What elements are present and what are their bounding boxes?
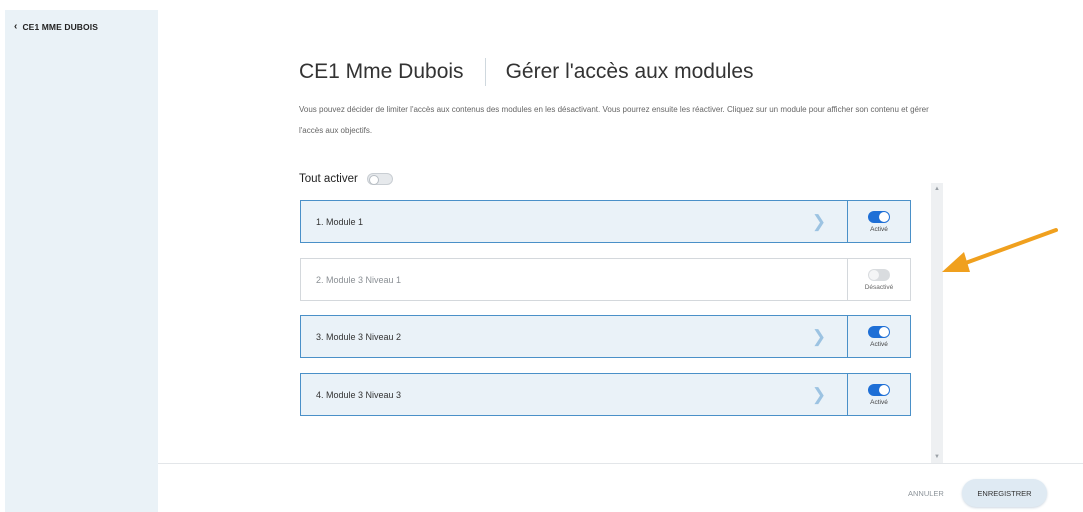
module-row-3[interactable]: 3. Module 3 Niveau 2 ❯ Activé [300, 315, 911, 358]
back-link-label: CE1 MME DUBOIS [22, 22, 98, 32]
toggle-all-row: Tout activer [299, 173, 393, 185]
toggle-all-label: Tout activer [299, 173, 358, 185]
module-name: 1. Module 1 [316, 216, 364, 227]
back-link[interactable]: ‹ CE1 MME DUBOIS [14, 21, 98, 33]
class-name: CE1 Mme Dubois [299, 60, 464, 83]
module-toggle-switch[interactable] [868, 210, 890, 223]
chevron-right-icon[interactable]: ❯ [804, 327, 834, 347]
annotation-arrow-icon [942, 228, 1058, 272]
module-row-2[interactable]: 2. Module 3 Niveau 1 Désactivé [300, 258, 911, 301]
sidebar: ‹ CE1 MME DUBOIS [5, 10, 158, 512]
page-heading: CE1 Mme Dubois Gérer l'accès aux modules [299, 58, 754, 86]
toggle-knob [869, 269, 879, 280]
heading-divider [484, 58, 486, 86]
toggle-knob [368, 175, 379, 185]
cancel-button[interactable]: ANNULER [908, 489, 944, 498]
module-status-label: Désactivé [864, 283, 894, 291]
module-name: 2. Module 3 Niveau 1 [316, 274, 402, 285]
module-row-1[interactable]: 1. Module 1 ❯ Activé [300, 200, 911, 243]
module-toggle-switch[interactable] [868, 383, 890, 396]
chevron-right-icon[interactable]: ❯ [804, 212, 834, 232]
module-status-label: Activé [870, 398, 888, 406]
module-status-label: Activé [870, 340, 888, 348]
toggle-knob [879, 384, 889, 395]
module-toggle-switch[interactable] [868, 325, 890, 338]
module-name: 3. Module 3 Niveau 2 [316, 331, 402, 342]
scroll-down-icon[interactable]: ▼ [931, 454, 943, 460]
chevron-right-icon[interactable]: ❯ [804, 385, 834, 405]
module-row-4[interactable]: 4. Module 3 Niveau 3 ❯ Activé [300, 373, 911, 416]
page-description: Vous pouvez décider de limiter l'accès a… [299, 105, 929, 135]
module-toggle-box: Désactivé [847, 259, 910, 300]
toggle-knob [879, 211, 889, 222]
page-title: Gérer l'accès aux modules [505, 60, 754, 83]
module-toggle-switch[interactable] [868, 268, 890, 281]
chevron-left-icon: ‹ [14, 21, 18, 32]
module-name: 4. Module 3 Niveau 3 [316, 389, 402, 400]
toggle-all-switch[interactable] [366, 173, 393, 185]
toggle-knob [879, 326, 889, 337]
module-toggle-box: Activé [847, 374, 910, 415]
save-button[interactable]: ENREGISTRER [962, 479, 1047, 507]
footer-divider [158, 463, 1083, 464]
scroll-up-icon[interactable]: ▲ [931, 186, 943, 192]
module-toggle-box: Activé [847, 316, 910, 357]
module-status-label: Activé [870, 225, 888, 233]
module-toggle-box: Activé [847, 201, 910, 242]
